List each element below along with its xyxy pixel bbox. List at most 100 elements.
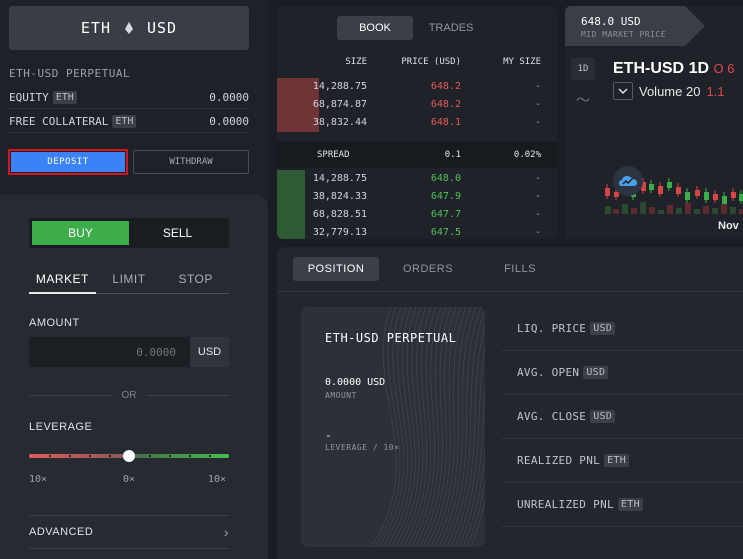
- candle-body: [649, 184, 654, 190]
- mid-price-label: MID MARKET PRICE: [581, 30, 667, 39]
- volume-bar: [712, 208, 718, 214]
- book-row[interactable]: 68,874.87 648.2 -: [277, 96, 557, 114]
- volume-bar: [676, 208, 682, 214]
- stat-unit: USD: [590, 322, 616, 335]
- tab-book[interactable]: BOOK: [337, 16, 413, 40]
- divider: [146, 394, 229, 396]
- buy-button[interactable]: BUY: [32, 221, 129, 245]
- volume-bar: [730, 207, 736, 214]
- stat-row: AVG. OPEN USD: [501, 351, 743, 395]
- tab-trades[interactable]: TRADES: [413, 16, 489, 40]
- equity-label: EQUITY: [9, 91, 49, 104]
- chart-symbol-interval: 1D: [688, 60, 710, 77]
- spread-percent: 0.02%: [513, 150, 541, 160]
- deposit-button[interactable]: DEPOSIT: [11, 152, 125, 172]
- stat-unit: USD: [583, 366, 609, 379]
- volume-bar: [667, 205, 673, 214]
- row-size: 32,779.13: [312, 227, 367, 238]
- volume-bar: [721, 204, 727, 214]
- slider-tick-dot: [189, 455, 191, 457]
- stat-label: LIQ. PRICE: [517, 322, 587, 335]
- leverage-tick-right: 10×: [208, 474, 227, 485]
- row-my-size: -: [534, 117, 541, 128]
- advanced-toggle[interactable]: ADVANCED ›: [29, 515, 229, 549]
- or-separator: OR: [29, 388, 229, 402]
- row-price: 647.9: [430, 191, 461, 202]
- chevron-down-icon[interactable]: [613, 82, 633, 100]
- book-row[interactable]: 32,779.13 647.5 -: [277, 224, 557, 239]
- x-axis-label: Nov: [718, 220, 739, 232]
- stat-label: AVG. CLOSE: [517, 410, 587, 423]
- slider-tick-dot: [209, 455, 211, 457]
- book-row[interactable]: 68,828.51 647.7 -: [277, 206, 557, 224]
- mid-price-value: 648.0 USD: [581, 15, 641, 28]
- line-tool-icon[interactable]: 〜: [571, 90, 595, 110]
- volume-value: 1.1: [706, 83, 725, 99]
- equity-value: 0.0000: [209, 91, 249, 104]
- candle-body: [695, 190, 700, 196]
- row-size: 38,824.33: [312, 191, 367, 202]
- tab-market[interactable]: MARKET: [29, 267, 96, 294]
- volume-bar: [703, 206, 709, 214]
- volume-label: Volume 20: [639, 83, 701, 99]
- book-tabs: BOOK TRADES: [337, 16, 489, 40]
- stat-row: UNREALIZED PNL ETH: [501, 483, 743, 527]
- slider-knob[interactable]: [123, 450, 135, 462]
- row-my-size: -: [534, 227, 541, 238]
- tab-position[interactable]: POSITION: [293, 257, 379, 281]
- row-size: 38,832.44: [312, 117, 367, 128]
- spread-row: SPREAD 0.1 0.02%: [277, 142, 557, 168]
- row-my-size: -: [534, 191, 541, 202]
- book-row[interactable]: 14,288.75 648.2 -: [277, 78, 557, 96]
- or-label: OR: [121, 389, 137, 401]
- stat-label: REALIZED PNL: [517, 454, 601, 467]
- price-chart: 648.0 USD MID MARKET PRICE 1D 〜 ETH-USD …: [565, 6, 743, 239]
- leverage-slider[interactable]: [29, 450, 229, 462]
- volume-bar: [739, 209, 743, 214]
- book-row[interactable]: 14,288.75 648.0 -: [277, 170, 557, 188]
- equity-row: EQUITY ETH 0.0000: [9, 87, 249, 109]
- sell-button[interactable]: SELL: [129, 221, 226, 245]
- stat-row: LIQ. PRICE USD: [501, 307, 743, 351]
- slider-tick-dot: [169, 455, 171, 457]
- candle-body: [731, 192, 736, 198]
- book-row[interactable]: 38,832.44 648.1 -: [277, 114, 557, 132]
- amount-input[interactable]: [29, 337, 190, 367]
- depth-bar: [277, 188, 305, 206]
- stat-unit: USD: [590, 410, 616, 423]
- free-collateral-label: FREE COLLATERAL: [9, 115, 109, 128]
- volume-bar: [613, 209, 619, 214]
- depth-bar: [277, 224, 305, 239]
- card-amount-label: AMOUNT: [325, 391, 357, 400]
- row-price: 648.2: [430, 81, 461, 92]
- market-selector[interactable]: ETH USD: [9, 6, 249, 50]
- amount-field: USD: [29, 337, 229, 367]
- book-row[interactable]: 38,824.33 647.9 -: [277, 188, 557, 206]
- tab-fills[interactable]: FILLS: [477, 257, 563, 281]
- tab-limit[interactable]: LIMIT: [96, 267, 163, 293]
- tradingview-cloud-icon[interactable]: [613, 166, 643, 196]
- slider-tick-dot: [109, 455, 111, 457]
- row-price: 648.2: [430, 99, 461, 110]
- withdraw-button[interactable]: WITHDRAW: [133, 150, 249, 174]
- volume-bar: [658, 210, 664, 214]
- tab-orders[interactable]: ORDERS: [385, 257, 471, 281]
- stat-unit: ETH: [604, 454, 630, 467]
- interval-button[interactable]: 1D: [571, 58, 595, 80]
- candle-body: [605, 188, 610, 196]
- row-my-size: -: [534, 81, 541, 92]
- slider-tick-dot: [89, 455, 91, 457]
- card-leverage: -: [325, 429, 332, 442]
- row-my-size: -: [534, 99, 541, 110]
- candle-body: [713, 194, 718, 200]
- card-leverage-label: LEVERAGE / 10×: [325, 443, 400, 452]
- advanced-label: ADVANCED: [29, 526, 94, 538]
- col-price: PRICE (USD): [401, 57, 461, 67]
- candle-body: [658, 186, 663, 194]
- chart-symbol: ETH-USD 1D O 6: [613, 60, 734, 78]
- row-my-size: -: [534, 209, 541, 220]
- spread-label: SPREAD: [317, 150, 350, 160]
- leverage-tick-left: 10×: [29, 474, 48, 485]
- amount-unit-select[interactable]: USD: [190, 337, 229, 367]
- tab-stop[interactable]: STOP: [162, 267, 229, 293]
